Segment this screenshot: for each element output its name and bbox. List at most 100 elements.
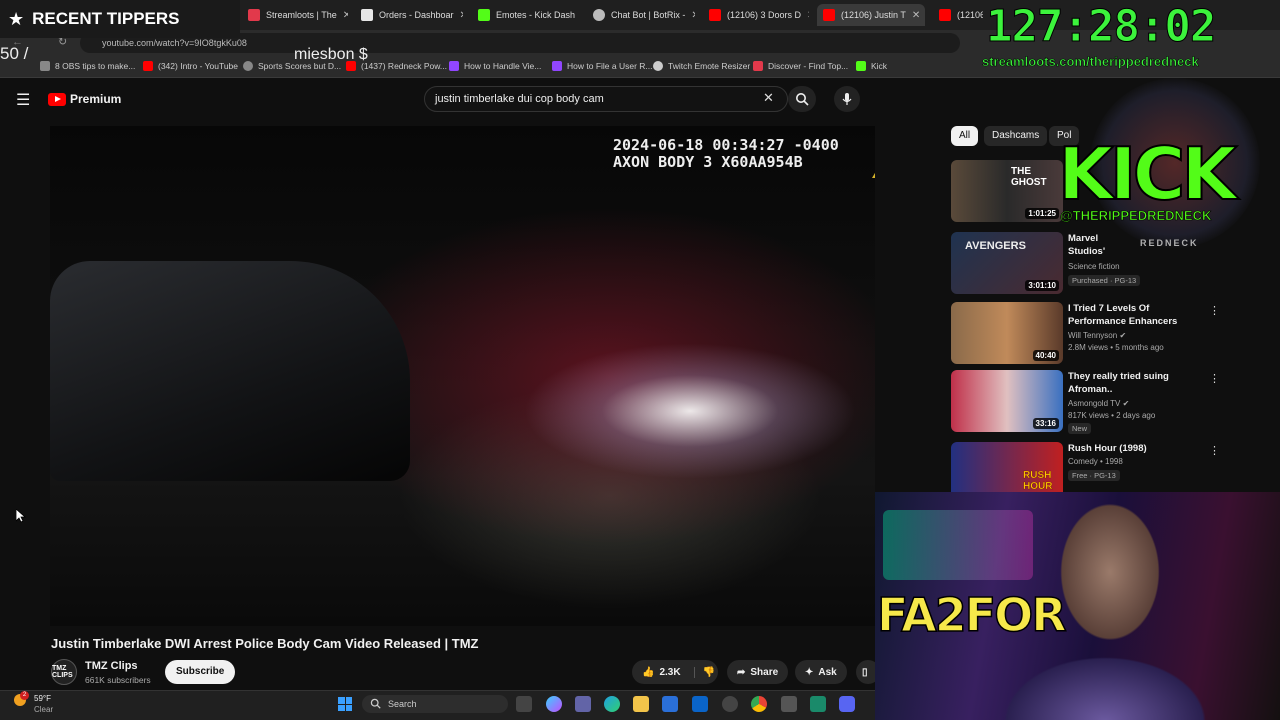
video-duration: 40:40 [1032, 350, 1059, 361]
bookmark-label: (342) Intro - YouTube [158, 61, 239, 71]
discord-icon[interactable] [839, 696, 855, 712]
globe-icon [653, 61, 663, 71]
chip-dashcams[interactable]: Dashcams [984, 126, 1048, 146]
tab-emotes-kick[interactable]: Emotes - Kick Dash ✕ [472, 4, 578, 26]
hamburger-menu-icon[interactable]: ☰ [16, 90, 30, 110]
free-badge: Free · PG-13 [1068, 470, 1120, 481]
outlook-icon[interactable] [692, 696, 708, 712]
voice-search-button[interactable] [834, 86, 860, 112]
url-text: youtube.com/watch?v=9IO8tgkKu08 [102, 38, 247, 48]
video-player[interactable]: 2024-06-18 00:34:27 -0400 AXON BODY 3 X6… [50, 126, 875, 626]
tab-streamloots[interactable]: Streamloots | The ✕ [242, 4, 348, 26]
bookmark-intro-youtube[interactable]: (342) Intro - YouTube [143, 61, 238, 71]
bodycam-timestamp-overlay: 2024-06-18 00:34:27 -0400 AXON BODY 3 X6… [613, 137, 839, 171]
tab-botrix[interactable]: Chat Bot | BotRix - ✕ [587, 4, 695, 26]
tab-orders[interactable]: Orders - Dashboar ✕ [355, 4, 463, 26]
video-duration: 3:01:10 [1025, 280, 1059, 291]
video-title[interactable]: Rush Hour (1998) [1068, 442, 1208, 455]
copilot-icon[interactable] [546, 696, 562, 712]
kick-icon [856, 61, 866, 71]
mouse-cursor-icon [16, 509, 26, 523]
star-icon: ★ [8, 8, 25, 29]
like-count[interactable]: 2.3K [659, 667, 680, 678]
bookmark-obs-tips[interactable]: 8 OBS tips to make... [40, 61, 135, 71]
clear-search-icon[interactable]: ✕ [763, 90, 774, 106]
app-icon[interactable] [810, 696, 826, 712]
verified-icon: ✔ [1119, 331, 1127, 340]
search-input[interactable]: justin timberlake dui cop body cam [424, 86, 788, 112]
botrix-favicon-icon [593, 9, 605, 21]
close-tab-icon[interactable]: ✕ [807, 10, 809, 21]
windows-start-icon[interactable] [338, 697, 352, 711]
more-options-icon[interactable]: ⋮ [1209, 304, 1220, 317]
search-button[interactable] [788, 86, 816, 112]
bookmark-file-user-report[interactable]: How to File a User R... [552, 61, 653, 71]
video-title[interactable]: They really tried suing Afroman.. [1068, 370, 1208, 396]
bodycam-device-id: AXON BODY 3 X60AA954B [613, 153, 803, 171]
share-icon: ➦ [737, 666, 746, 678]
webcam-neon-sign-text: FA2FOR [876, 587, 1067, 643]
subathon-timer: 127:28:02 [985, 1, 1216, 52]
bookmark-handle-vie[interactable]: How to Handle Vie... [449, 61, 541, 71]
chip-all[interactable]: All [951, 126, 979, 146]
tab-youtube-justin-active[interactable]: (12106) Justin T ✕ [817, 4, 925, 26]
bookmark-icon [40, 61, 50, 71]
close-tab-icon[interactable]: ✕ [912, 10, 920, 21]
tab-youtube-3-doors[interactable]: (12106) 3 Doors D ✕ [703, 4, 809, 26]
search-placeholder: Search [388, 699, 417, 709]
search-icon [796, 93, 809, 106]
more-options-icon[interactable]: ⋮ [1209, 444, 1220, 457]
ask-button[interactable]: ✦ Ask [795, 660, 847, 684]
bookmark-twitch-emote-resizer[interactable]: Twitch Emote Resizer [653, 61, 750, 71]
more-options-icon[interactable]: ⋮ [1209, 372, 1220, 385]
file-explorer-icon[interactable] [633, 696, 649, 712]
channel-name[interactable]: TMZ Clips [85, 660, 138, 672]
tab-title: (12106) 3 Doors D [727, 10, 802, 20]
twitch-icon [449, 61, 459, 71]
video-title[interactable]: I Tried 7 Levels Of Performance Enhancer… [1068, 302, 1208, 328]
close-tab-icon[interactable]: ✕ [460, 10, 463, 21]
bookmark-label: How to Handle Vie... [464, 61, 542, 71]
thumbnail-text: RUSH HOUR [1023, 470, 1053, 492]
video-meta: 2.8M views • 5 months ago [1068, 343, 1164, 352]
recommendation-item[interactable]: 33:16 They really tried suing Afroman.. … [951, 370, 1271, 434]
bookmark-discover[interactable]: Discover - Find Top... [753, 61, 848, 71]
bodycam-timestamp: 2024-06-18 00:34:27 -0400 [613, 136, 839, 154]
edge-icon[interactable] [604, 696, 620, 712]
task-view-icon[interactable] [516, 696, 532, 712]
youtube-logo[interactable]: Premium [48, 92, 121, 106]
bookmark-kick[interactable]: Kick [856, 61, 887, 71]
store-icon[interactable] [662, 696, 678, 712]
like-dislike-group: 👍 2.3K 👎 [632, 660, 718, 684]
tab-youtube-w[interactable]: (12106) W [933, 4, 983, 26]
app-icon[interactable] [781, 696, 797, 712]
badge-text: REDNECK [1140, 238, 1199, 248]
video-thumbnail[interactable]: 40:40 [951, 302, 1063, 364]
close-tab-icon[interactable]: ✕ [343, 10, 348, 21]
close-tab-icon[interactable]: ✕ [691, 10, 695, 21]
globe-icon [243, 61, 253, 71]
youtube-icon [143, 61, 153, 71]
taskbar-search-box[interactable]: Search [362, 695, 508, 713]
channel-avatar[interactable]: TMZ CLIPS [51, 659, 77, 685]
weather-temp[interactable]: 59°F [34, 694, 51, 703]
teams-icon[interactable] [575, 696, 591, 712]
recommendation-item[interactable]: AVENGERS 3:01:10 Marvel Studios' Avenger… [951, 232, 1271, 294]
bookmark-label: 8 OBS tips to make... [55, 61, 136, 71]
chrome-icon[interactable] [751, 696, 767, 712]
dislike-icon[interactable]: 👎 [693, 666, 715, 678]
streamloots-favicon-icon [248, 9, 260, 21]
subscribe-button[interactable]: Subscribe [165, 660, 236, 684]
share-button[interactable]: ➦ Share [727, 660, 789, 684]
video-title[interactable]: Marvel Studios' Avengers: Endgame [1068, 232, 1108, 258]
new-badge: New [1068, 423, 1092, 434]
bookmark-label: (1437) Redneck Pow... [361, 61, 447, 71]
video-thumbnail[interactable]: THE GHOST 1:01:25 [951, 160, 1063, 222]
video-thumbnail[interactable]: 33:16 [951, 370, 1063, 432]
recent-tippers-banner: ★ RECENT TIPPERS [0, 0, 240, 38]
obs-icon[interactable] [722, 696, 738, 712]
like-icon[interactable]: 👍 [642, 667, 654, 678]
recommendation-item[interactable]: 40:40 I Tried 7 Levels Of Performance En… [951, 302, 1271, 364]
twitch-icon [552, 61, 562, 71]
video-thumbnail[interactable]: AVENGERS 3:01:10 [951, 232, 1063, 294]
